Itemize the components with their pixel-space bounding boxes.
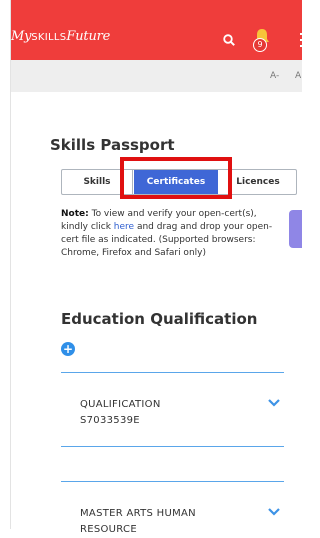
divider — [61, 446, 284, 447]
myskillsfuture-logo[interactable]: MySKILLSFuture — [11, 29, 110, 44]
note-label: Note: — [61, 209, 89, 219]
accordion-item-qualification[interactable]: QUALIFICATION S7033539E — [80, 397, 161, 429]
open-cert-note: Note: To view and verify your open-cert(… — [61, 208, 281, 260]
qualification-id: S7033539E — [80, 415, 140, 426]
menu-icon[interactable] — [300, 33, 304, 47]
here-link[interactable]: here — [114, 222, 134, 232]
app-header: MySKILLSFuture 9 — [11, 0, 304, 60]
divider — [61, 372, 284, 373]
qualification-title: QUALIFICATION — [80, 399, 161, 410]
feedback-side-tab[interactable] — [289, 210, 302, 248]
chevron-down-icon[interactable] — [268, 508, 280, 516]
search-icon[interactable] — [223, 34, 235, 46]
highlight-box — [120, 157, 232, 199]
left-edge — [0, 0, 11, 529]
education-title: Education Qualification — [61, 310, 258, 328]
page-title: Skills Passport — [50, 136, 175, 154]
font-size-bar: A- A — [11, 60, 302, 92]
chevron-down-icon[interactable] — [268, 399, 280, 407]
accordion-item-master-arts[interactable]: MASTER ARTS HUMAN RESOURCE — [80, 506, 196, 538]
qualification-title: MASTER ARTS HUMAN — [80, 508, 196, 519]
increase-font-button[interactable]: A — [295, 71, 301, 81]
notification-badge: 9 — [253, 38, 267, 52]
qualification-subtitle: RESOURCE — [80, 524, 137, 535]
decrease-font-button[interactable]: A- — [270, 71, 279, 81]
divider — [61, 481, 284, 482]
add-education-button[interactable]: + — [61, 342, 75, 356]
